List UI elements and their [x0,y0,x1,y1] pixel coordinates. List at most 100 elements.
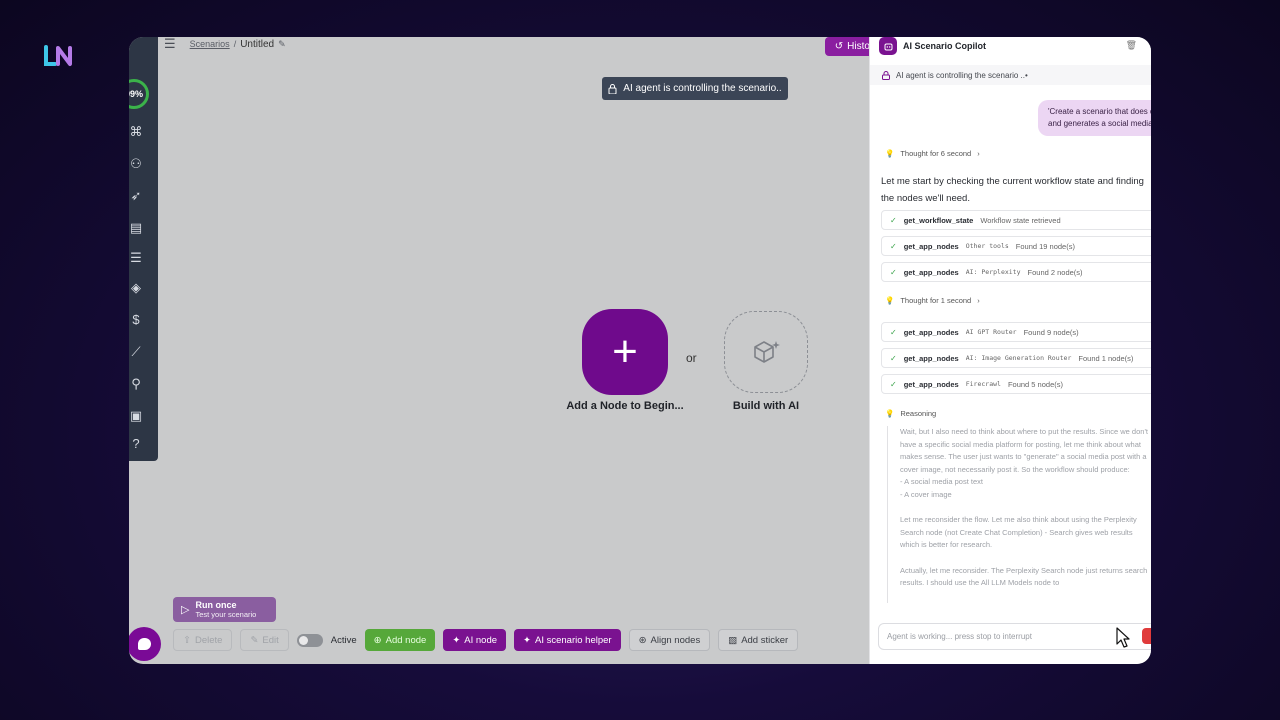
brand-logo [44,44,74,68]
sparkle-icon: ✦ [452,634,461,646]
reasoning-bullet: - A social media post text [900,477,983,486]
add-node-label: Add a Node to Begin... [566,400,684,412]
dollar-icon[interactable]: $ [129,313,143,327]
lightbulb-icon: 💡 [885,296,895,305]
user-message-text: 'Create a scenario that does daily resea… [1048,107,1151,128]
workflow-icon[interactable]: ⌘ [129,125,143,139]
build-with-ai-button[interactable] [724,311,808,393]
thought-indicator-2[interactable]: 💡 Thought for 1 second › [885,296,980,305]
check-icon: ✓ [890,267,897,277]
active-toggle[interactable] [296,633,323,647]
sticker-icon: ▧ [728,634,738,646]
check-icon: ✓ [890,215,897,225]
tool-arg: AI: Image Generation Router [965,354,1072,362]
build-with-ai-label: Build with AI [732,400,800,412]
reasoning-paragraph: Let me reconsider the flow. Let me also … [900,515,1137,549]
copilot-avatar-icon [879,37,897,55]
chevron-right-icon: › [977,296,980,305]
cube-sparkle-icon [754,341,780,363]
tool-result: Found 1 node(s) [1078,353,1134,363]
ai-node-label: AI node [464,634,498,646]
layers-icon[interactable]: ◈ [129,281,143,295]
stop-button[interactable] [1142,628,1151,644]
history-icon: ↺ [834,41,844,52]
align-label: Align nodes [650,634,701,646]
ai-helper-button[interactable]: ✦ AI scenario helper [514,629,621,651]
edit-tool-icon: ✎ [250,634,259,646]
play-icon: ▷ [181,604,190,616]
reasoning-bullet: - A cover image [900,489,952,499]
users-icon[interactable]: ⚇ [129,157,143,171]
align-nodes-button[interactable]: ⊛ Align nodes [628,629,711,651]
reasoning-header[interactable]: 💡 Reasoning [885,409,936,418]
tool-arg: AI GPT Router [965,328,1017,336]
or-label: or [686,351,697,365]
bottom-toolbar: ⇪ Delete ✎ Edit Active ⊕ Add node ✦ AI node … [173,629,799,651]
add-sticker-button[interactable]: ▧ Add sticker [718,629,799,651]
run-once-title: Run once [195,600,237,610]
tool-call-row[interactable]: ✓ get_app_nodes AI: Image Generation Rou… [881,348,1151,368]
reasoning-paragraph: Actually, let me reconsider. The Perplex… [900,565,1148,588]
tool-result: Found 19 node(s) [1015,241,1075,251]
copilot-input[interactable]: Agent is working... press stop to interr… [878,623,1151,650]
tool-name: get_app_nodes [903,379,959,389]
tool-call-row[interactable]: ✓ get_app_nodes AI GPT Router Found 9 no… [881,322,1151,342]
upload-icon: ⇪ [183,634,191,646]
tool-arg: AI: Perplexity [965,268,1021,276]
scenario-canvas[interactable]: ☰ Scenarios / Untitled ✎ AI agent is con… [158,37,888,664]
tool-call-row[interactable]: ✓ get_workflow_state Workflow state retr… [881,210,1151,230]
ai-node-button[interactable]: ✦ AI node [443,629,507,651]
run-once-subtitle: Test your scenario [195,610,257,619]
chevron-right-icon: › [977,149,980,158]
tool-arg: Other tools [965,242,1009,250]
user-search-icon[interactable]: ⚲ [129,377,143,391]
edit-button[interactable]: ✎ Edit [240,629,289,651]
tool-name: get_workflow_state [903,215,974,225]
assistant-message: Let me start by checking the current wor… [881,176,1144,204]
add-node-toolbar-button[interactable]: ⊕ Add node [364,629,436,651]
left-sidebar: 99% ⌘ ⚇ ➶ ▤ ☰ ◈ $ ⟋ ⚲ ▣ ? [129,37,158,461]
mouse-cursor-icon [1116,627,1130,648]
tool-call-row[interactable]: ✓ get_app_nodes Other tools Found 19 nod… [881,236,1151,256]
edit-icon[interactable]: ✎ [278,39,286,50]
run-once-button[interactable]: ▷ Run once Test your scenario [173,597,276,622]
list-icon[interactable]: ☰ [129,251,143,265]
help-icon[interactable]: ? [129,437,143,451]
align-icon: ⊛ [638,634,647,646]
delete-label: Delete [194,634,223,646]
user-message-bubble: 'Create a scenario that does daily resea… [1038,100,1151,136]
lightbulb-icon: 💡 [885,409,895,418]
copilot-title: AI Scenario Copilot [903,41,987,51]
chat-launcher-button[interactable] [129,627,161,661]
lock-icon [882,70,890,80]
thought-indicator-1[interactable]: 💡 Thought for 6 second › [885,149,980,158]
plus-circle-icon: ⊕ [373,634,382,646]
tool-call-row[interactable]: ✓ get_app_nodes Firecrawl Found 5 node(s… [881,374,1151,394]
breadcrumb-scenarios[interactable]: Scenarios [190,39,230,49]
rocket-icon[interactable]: ➶ [129,189,143,203]
sparkle-icon: ✦ [523,634,531,646]
tool-call-row[interactable]: ✓ get_app_nodes AI: Perplexity Found 2 n… [881,262,1151,282]
delete-button[interactable]: ⇪ Delete [173,629,233,651]
breadcrumb-separator: / [233,39,237,49]
edit-label: Edit [262,634,279,646]
chart-icon[interactable]: ⟋ [129,345,143,359]
table-icon[interactable]: ▤ [129,221,143,235]
thought-2-label: Thought for 1 second [900,296,972,305]
thought-1-label: Thought for 6 second [900,149,972,158]
add-node-button[interactable]: + [582,309,668,395]
active-label: Active [330,634,357,646]
copilot-status: AI agent is controlling the scenario ..• [870,65,1151,85]
check-icon: ✓ [890,353,897,363]
trash-icon[interactable]: 🗑 [1126,40,1137,51]
scenario-name[interactable]: Untitled [240,39,274,50]
tool-name: get_app_nodes [903,241,959,251]
menu-icon[interactable]: ☰ [164,37,176,52]
sticker-label: Add sticker [741,634,789,646]
tool-name: get_app_nodes [903,353,959,363]
window-icon[interactable]: ▣ [129,409,143,423]
check-icon: ✓ [890,241,897,251]
agent-control-banner: AI agent is controlling the scenario.. [602,77,788,100]
check-icon: ✓ [890,327,897,337]
tool-result: Found 5 node(s) [1007,379,1063,389]
